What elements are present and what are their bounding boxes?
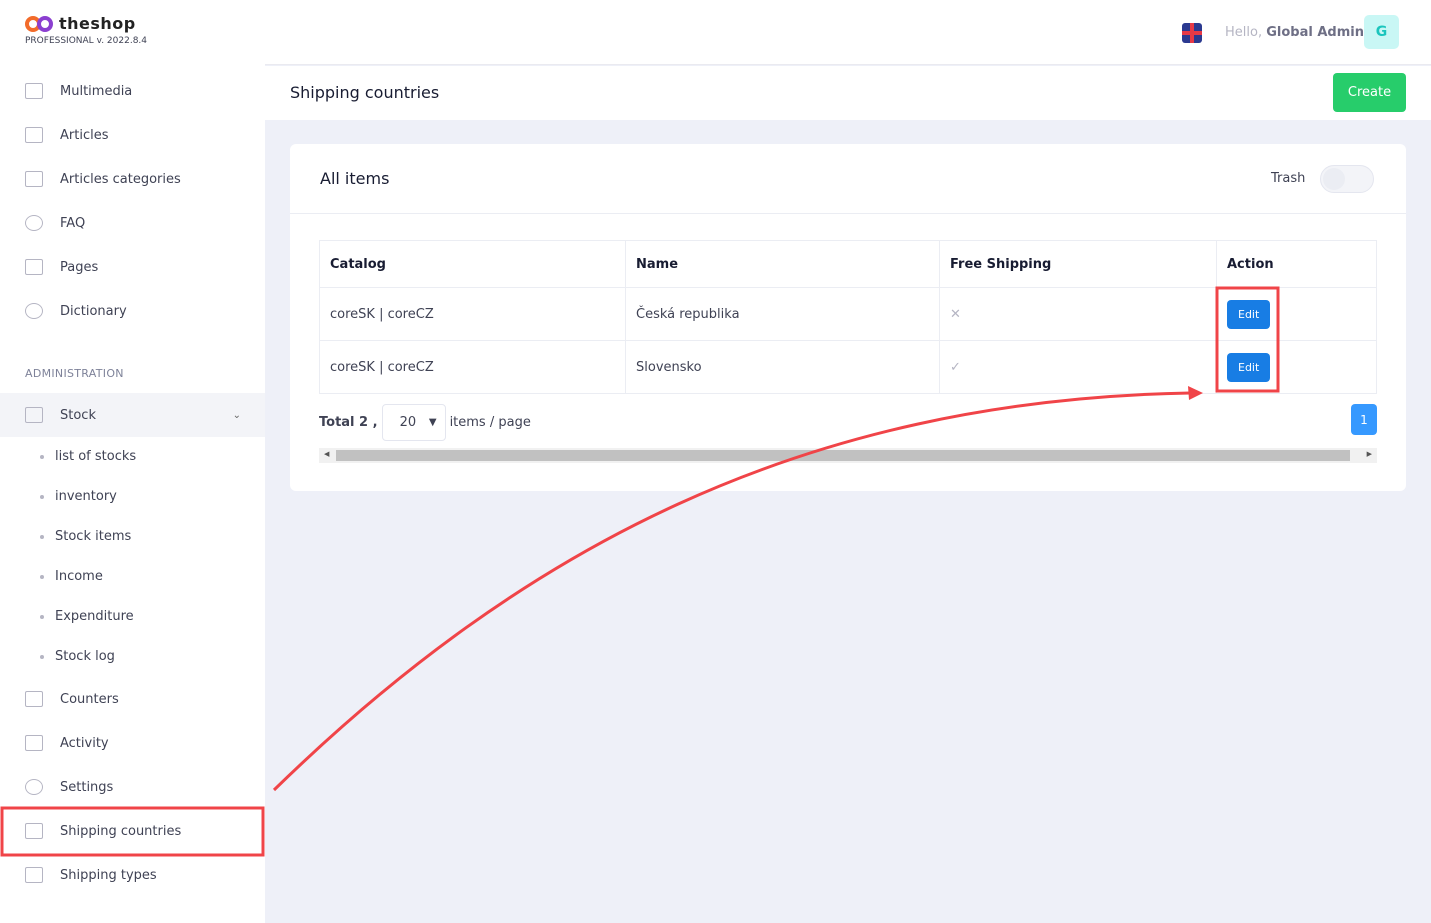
table-row: coreSK | coreCZ Česká republika ✕ Edit bbox=[319, 287, 1377, 341]
logo[interactable]: theshop PROFESSIONAL v. 2022.8.4 bbox=[25, 14, 147, 46]
per-page-select[interactable]: 20 ▼ bbox=[381, 404, 446, 441]
sidebar-subitem-inventory[interactable]: inventory bbox=[40, 489, 117, 504]
cell-catalog: coreSK | coreCZ bbox=[319, 287, 626, 341]
items-card: All items Trash Catalog Name Free Shippi… bbox=[290, 144, 1406, 491]
globe-icon bbox=[25, 303, 43, 319]
sidebar-item-articles-categories[interactable]: Articles categories bbox=[0, 157, 265, 201]
page-title: Shipping countries bbox=[290, 83, 440, 102]
logo-icon bbox=[25, 15, 55, 32]
sidebar-item-shipping-countries[interactable]: Shipping countries bbox=[0, 809, 265, 853]
subheader: Shipping countries Create bbox=[265, 66, 1431, 120]
scroll-right-icon[interactable]: ▶ bbox=[1367, 450, 1372, 458]
trash-label: Trash bbox=[1271, 171, 1306, 186]
column-catalog: Catalog bbox=[319, 240, 626, 288]
per-page-label: items / page bbox=[449, 415, 531, 430]
chevron-down-icon: ▼ bbox=[428, 417, 437, 428]
edit-button[interactable]: Edit bbox=[1227, 299, 1271, 329]
sidebar: theshop PROFESSIONAL v. 2022.8.4 Multime… bbox=[0, 0, 265, 923]
scrollbar-thumb[interactable] bbox=[336, 450, 1350, 461]
sidebar-item-faq[interactable]: FAQ bbox=[0, 201, 265, 245]
column-free-shipping: Free Shipping bbox=[939, 240, 1217, 288]
truck-icon bbox=[25, 867, 43, 883]
cross-icon: ✕ bbox=[939, 287, 1217, 341]
card-title: All items bbox=[320, 169, 390, 188]
calendar-icon bbox=[25, 735, 43, 751]
map-pin-icon bbox=[25, 823, 43, 839]
uk-flag-icon[interactable] bbox=[1182, 23, 1202, 43]
edit-icon bbox=[25, 127, 43, 143]
sidebar-item-activity[interactable]: Activity bbox=[0, 721, 265, 765]
total-count: Total 2 , bbox=[319, 415, 378, 430]
cell-catalog: coreSK | coreCZ bbox=[319, 340, 626, 394]
sidebar-item-shipping-types[interactable]: Shipping types bbox=[0, 853, 265, 897]
sidebar-subitem-stock-log[interactable]: Stock log bbox=[40, 649, 115, 664]
sidebar-item-settings[interactable]: Settings bbox=[0, 765, 265, 809]
list-icon bbox=[25, 691, 43, 707]
topbar: Hello, Global Admin G bbox=[265, 0, 1431, 65]
table-row: coreSK | coreCZ Slovensko ✓ Edit bbox=[319, 340, 1377, 394]
avatar[interactable]: G bbox=[1364, 15, 1399, 49]
sidebar-item-dictionary[interactable]: Dictionary bbox=[0, 289, 265, 333]
lifebuoy-icon bbox=[25, 215, 43, 231]
shipping-countries-table: Catalog Name Free Shipping Action coreSK… bbox=[319, 240, 1377, 394]
create-button[interactable]: Create bbox=[1333, 73, 1406, 112]
column-name: Name bbox=[625, 240, 940, 288]
edit-button[interactable]: Edit bbox=[1227, 352, 1271, 382]
sidebar-subitem-income[interactable]: Income bbox=[40, 569, 103, 584]
table-header: Catalog Name Free Shipping Action bbox=[319, 240, 1377, 288]
sidebar-item-pages[interactable]: Pages bbox=[0, 245, 265, 289]
image-icon bbox=[25, 83, 43, 99]
cell-name: Česká republika bbox=[625, 287, 940, 341]
sidebar-item-multimedia[interactable]: Multimedia bbox=[0, 69, 265, 113]
gear-icon bbox=[25, 779, 43, 795]
chevron-down-icon: ⌄ bbox=[232, 409, 241, 421]
cell-name: Slovensko bbox=[625, 340, 940, 394]
sidebar-subitem-stock-items[interactable]: Stock items bbox=[40, 529, 131, 544]
scroll-left-icon[interactable]: ◀ bbox=[324, 450, 329, 458]
horizontal-scrollbar[interactable]: ◀ ▶ bbox=[319, 448, 1377, 463]
copy-icon bbox=[25, 171, 43, 187]
divider bbox=[290, 213, 1406, 214]
user-greeting[interactable]: Hello, Global Admin bbox=[1225, 25, 1364, 40]
column-action: Action bbox=[1216, 240, 1377, 288]
sidebar-subitem-expenditure[interactable]: Expenditure bbox=[40, 609, 134, 624]
sidebar-subitem-list-of-stocks[interactable]: list of stocks bbox=[40, 449, 136, 464]
section-administration: ADMINISTRATION bbox=[25, 367, 124, 380]
check-icon: ✓ bbox=[939, 340, 1217, 394]
window-icon bbox=[25, 259, 43, 275]
sidebar-item-counters[interactable]: Counters bbox=[0, 677, 265, 721]
pagination-footer: Total 2 , 20 ▼ items / page bbox=[319, 404, 531, 441]
page-1-button[interactable]: 1 bbox=[1351, 404, 1377, 435]
sidebar-item-articles[interactable]: Articles bbox=[0, 113, 265, 157]
box-icon bbox=[25, 407, 43, 423]
trash-toggle[interactable] bbox=[1320, 165, 1374, 193]
sidebar-item-stock[interactable]: Stock ⌄ bbox=[0, 393, 265, 437]
